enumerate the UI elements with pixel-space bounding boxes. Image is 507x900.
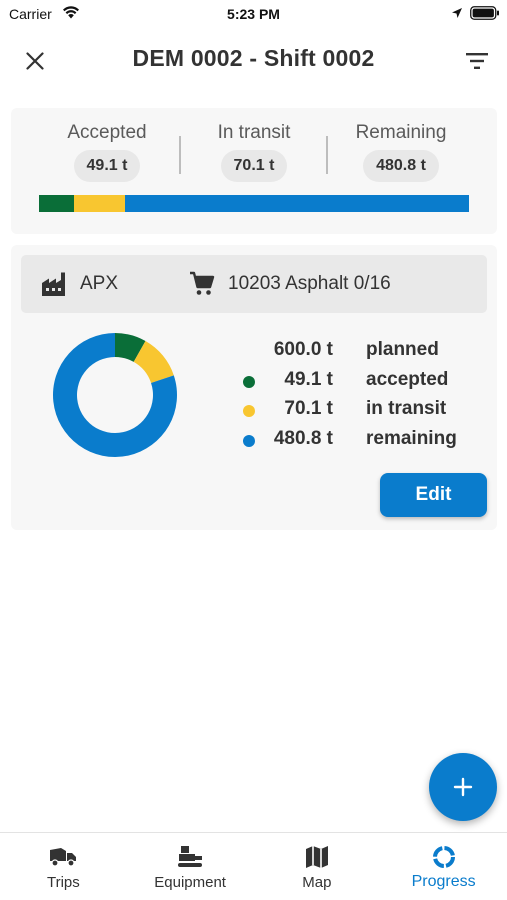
cart-icon [190,271,215,295]
legend-dot-accepted [243,375,255,388]
map-icon [302,845,332,869]
top-app-bar: DEM 0002 - Shift 0002 [0,36,507,84]
progress-ring-icon [429,845,459,869]
plant-name: APX [80,273,119,294]
legend-row-accepted: 49.1 t accepted [243,369,473,399]
stat-value-in-transit: 70.1 t [220,150,288,182]
page-title: DEM 0002 - Shift 0002 [132,45,375,71]
legend-row-in-transit: 70.1 t in transit [243,398,473,428]
progress-bar [39,195,469,212]
material-name: 10203 Asphalt 0/16 [228,273,391,294]
tab-equipment[interactable]: Equipment [127,833,254,900]
stat-divider [179,136,181,174]
legend-text-accepted: accepted [366,368,449,390]
legend-row-planned: 600.0 t planned [243,339,473,369]
plus-icon [453,777,473,797]
legend-value-in-transit: 70.1 t [284,398,333,419]
tab-map[interactable]: Map [254,833,381,900]
tab-label-map: Map [302,874,332,891]
progress-segment-remaining [124,195,469,212]
plant-material-row: APX 10203 Asphalt 0/16 [21,255,487,313]
tab-label-trips: Trips [46,874,80,891]
legend-text-remaining: remaining [366,427,457,449]
progress-segment-in-transit [74,195,125,212]
tab-label-equipment: Equipment [154,874,226,891]
stat-remaining: Remaining 480.8 t [331,122,471,182]
quantity-legend: 600.0 t planned 49.1 t accepted 70.1 t i… [243,339,473,457]
stat-in-transit: In transit 70.1 t [184,122,324,182]
legend-dot-remaining [243,434,255,447]
progress-donut-chart [52,333,177,457]
stat-divider [326,136,328,174]
tab-trips[interactable]: Trips [0,833,127,900]
stat-label-in-transit: In transit [217,122,291,143]
legend-value-remaining: 480.8 t [273,427,333,449]
tab-label-progress: Progress [411,873,476,890]
bottom-tab-bar: Trips Equipment Map Progress [0,832,507,900]
legend-row-remaining: 480.8 t remaining [243,428,473,458]
legend-text-in-transit: in transit [366,398,447,419]
paver-icon [175,845,205,869]
tab-progress[interactable]: Progress [380,833,507,900]
legend-dot-in-transit [243,405,255,417]
status-bar: Carrier 5:23 PM [0,0,507,30]
factory-icon [42,272,65,296]
legend-text-planned: planned [366,339,439,360]
legend-value-planned: 600.0 t [273,339,333,360]
progress-summary-card: Accepted 49.1 t In transit 70.1 t Remain… [11,108,497,234]
status-time: 5:23 PM [227,6,280,22]
truck-icon [48,845,78,869]
stat-label-remaining: Remaining [355,122,447,143]
stat-value-accepted: 49.1 t [73,150,141,182]
battery-icon [470,6,499,20]
stat-value-remaining: 480.8 t [363,150,439,182]
location-arrow-icon [452,8,462,18]
filter-button[interactable] [462,46,492,76]
stat-accepted: Accepted 49.1 t [37,122,177,182]
add-button[interactable] [429,753,497,821]
filter-icon [466,53,488,69]
legend-value-accepted: 49.1 t [284,368,333,390]
stat-label-accepted: Accepted [67,122,147,143]
edit-button[interactable]: Edit [380,473,487,517]
order-detail-card: APX 10203 Asphalt 0/16 600.0 t planned 4… [11,245,497,530]
progress-segment-accepted [39,195,75,212]
